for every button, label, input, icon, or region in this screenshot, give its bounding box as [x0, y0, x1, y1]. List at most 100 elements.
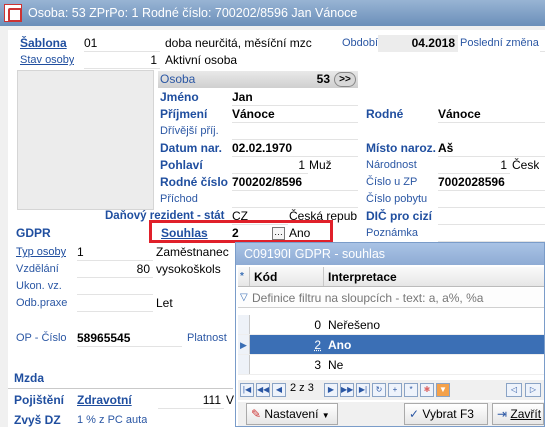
dic-field[interactable] — [438, 208, 545, 225]
stav-osoby-text: Aktivní osoba — [165, 53, 238, 67]
grid-row-selected[interactable]: ▶ 2 Ano — [238, 335, 544, 355]
poznamka-label: Poznámka — [366, 227, 418, 239]
first-page-icon[interactable]: |◀ — [240, 383, 254, 397]
column-kod[interactable]: Kód — [250, 267, 324, 286]
settings-icon: ✎ — [251, 407, 262, 421]
mzda-label: Mzda — [14, 371, 44, 385]
filter-text: Definice filtru na sloupcích - text: a, … — [252, 291, 484, 305]
zvys-dz-label: Zvyš DZ — [14, 413, 61, 427]
vybrat-button[interactable]: ✓ Vybrat F3 — [404, 403, 488, 425]
chevron-down-icon: ▼ — [321, 411, 330, 420]
op-cislo-label: OP - Číslo — [16, 332, 67, 344]
typ-osoby-label[interactable]: Typ osoby — [16, 244, 66, 261]
next-record-icon[interactable]: ▶ — [324, 383, 338, 397]
rodne-label: Rodné — [366, 107, 404, 121]
obdobi-field[interactable]: 04.2018 — [378, 35, 458, 52]
row-kod: 0 — [314, 318, 321, 332]
osoba-next-button[interactable]: >> — [334, 72, 356, 87]
filter-toggle-icon[interactable]: ▼ — [436, 383, 450, 397]
filter-row[interactable]: ▽ Definice filtru na sloupcích - text: a… — [238, 288, 544, 308]
row-pointer-icon: ▶ — [238, 335, 250, 354]
nastaveni-button[interactable]: ✎ Nastavení ▼ — [246, 403, 338, 425]
drivejsi-label: Dřívější příj. — [160, 125, 219, 137]
prijmeni-field[interactable]: Vánoce — [232, 106, 358, 123]
misto-label: Místo naroz. — [366, 141, 437, 155]
posledni-zmena-field[interactable] — [540, 35, 545, 52]
next-page-icon[interactable]: ▶▶ — [340, 383, 354, 397]
ukon-vz-field[interactable] — [77, 278, 153, 295]
gdpr-label: GDPR — [16, 226, 51, 240]
cislo-zp-label: Číslo u ZP — [366, 176, 418, 188]
zavrit-button[interactable]: ⇥ Zavřít — [492, 403, 544, 425]
highlight-box — [149, 220, 333, 243]
rodne-field[interactable]: Vánoce — [438, 106, 545, 123]
row-indicator — [238, 315, 250, 334]
sablona-field[interactable]: 01 — [84, 35, 160, 52]
odb-praxe-field[interactable] — [77, 295, 153, 312]
prev-record-icon[interactable]: ◀ — [272, 383, 286, 397]
vzdelani-field[interactable]: 80 — [77, 261, 153, 278]
grid-row[interactable]: 0 Neřešeno — [238, 315, 544, 335]
stav-osoby-field[interactable]: 1 — [84, 52, 160, 69]
row-text: Ano — [328, 338, 352, 352]
vybrat-label: Vybrat F3 — [422, 407, 474, 421]
stav-osoby-label[interactable]: Stav osoby — [20, 52, 74, 69]
odb-praxe-label: Odb.praxe — [16, 297, 68, 309]
prijmeni-label: Příjmení — [160, 107, 208, 121]
dic-label: DIČ pro cizí — [366, 209, 433, 223]
poznamka-field[interactable] — [438, 225, 545, 242]
rodne-cislo-field[interactable]: 700202/8596 — [232, 174, 358, 191]
column-interpretace[interactable]: Interpretace — [324, 267, 544, 286]
obdobi-label: Období — [342, 37, 379, 49]
sablona-text: doba neurčitá, měsíční mzc — [165, 36, 312, 50]
scroll-left-icon[interactable]: ◁ — [506, 383, 522, 397]
cislo-zp-field[interactable]: 7002028596 — [438, 174, 545, 191]
cislo-pobytu-label: Číslo pobytu — [366, 193, 428, 205]
zavrit-label: Zavřít — [510, 407, 542, 421]
row-kod: 3 — [314, 358, 321, 372]
select-icon: ✓ — [409, 407, 420, 421]
clear-icon[interactable]: ✱ — [420, 383, 434, 397]
last-page-icon[interactable]: ▶| — [356, 383, 370, 397]
grid-row[interactable]: 3 Ne — [238, 355, 544, 375]
cislo-pobytu-field[interactable] — [438, 191, 545, 208]
zdravotni-label[interactable]: Zdravotní — [77, 392, 132, 409]
pohlavi-text: Muž — [309, 158, 332, 172]
op-cislo-field[interactable]: 58965545 — [77, 330, 182, 347]
datum-nar-field[interactable]: 02.02.1970 — [232, 140, 358, 157]
narodnost-field[interactable]: 1 — [438, 157, 510, 174]
jmeno-field[interactable]: Jan — [232, 89, 358, 106]
pohlavi-label: Pohlaví — [160, 158, 203, 172]
grid-header: * Kód Interpretace — [238, 267, 544, 287]
row-text: Neřešeno — [328, 318, 381, 332]
window-title: Osoba: 53 ZPrPo: 1 Rodné číslo: 700202/8… — [28, 6, 358, 20]
gdpr-lookup-popup: C09190I GDPR - souhlas * Kód Interpretac… — [235, 242, 545, 427]
prichod-field[interactable] — [232, 191, 358, 208]
odb-praxe-text: Let — [156, 296, 173, 310]
nastaveni-label: Nastavení — [264, 407, 319, 421]
pojisteni-label: Pojištění — [14, 393, 65, 407]
misto-field[interactable]: Aš — [438, 140, 545, 157]
row-kod: 2 — [314, 338, 321, 352]
sablona-label[interactable]: Šablona — [20, 35, 67, 52]
add-icon[interactable]: + — [388, 383, 402, 397]
prichod-label: Příchod — [160, 193, 198, 205]
section-divider — [8, 388, 233, 389]
jmeno-label: Jméno — [160, 90, 199, 104]
refresh-icon[interactable]: ↻ — [372, 383, 386, 397]
vzdelani-label: Vzdělání — [16, 263, 59, 275]
drivejsi-field[interactable] — [232, 123, 358, 140]
posledni-zmena-label: Poslední změna — [460, 37, 539, 49]
navigation-strip: |◀ ◀◀ ◀ 2 z 3 ▶ ▶▶ ▶| ↻ + * ✱ ▼ ◁ ▷ — [238, 380, 544, 400]
person-photo[interactable] — [17, 70, 154, 210]
typ-osoby-field[interactable]: 1 — [77, 244, 153, 261]
scroll-right-icon[interactable]: ▷ — [525, 383, 541, 397]
asterisk-filter-icon[interactable]: * — [404, 383, 418, 397]
popup-title: C09190I GDPR - souhlas — [236, 243, 544, 265]
close-door-icon: ⇥ — [497, 407, 508, 421]
pohlavi-field[interactable]: 1 — [232, 157, 308, 174]
osoba-value: 53 — [316, 72, 330, 86]
zdravotni-field[interactable]: 111 — [158, 392, 224, 409]
app-icon — [4, 4, 22, 22]
prev-page-icon[interactable]: ◀◀ — [256, 383, 270, 397]
